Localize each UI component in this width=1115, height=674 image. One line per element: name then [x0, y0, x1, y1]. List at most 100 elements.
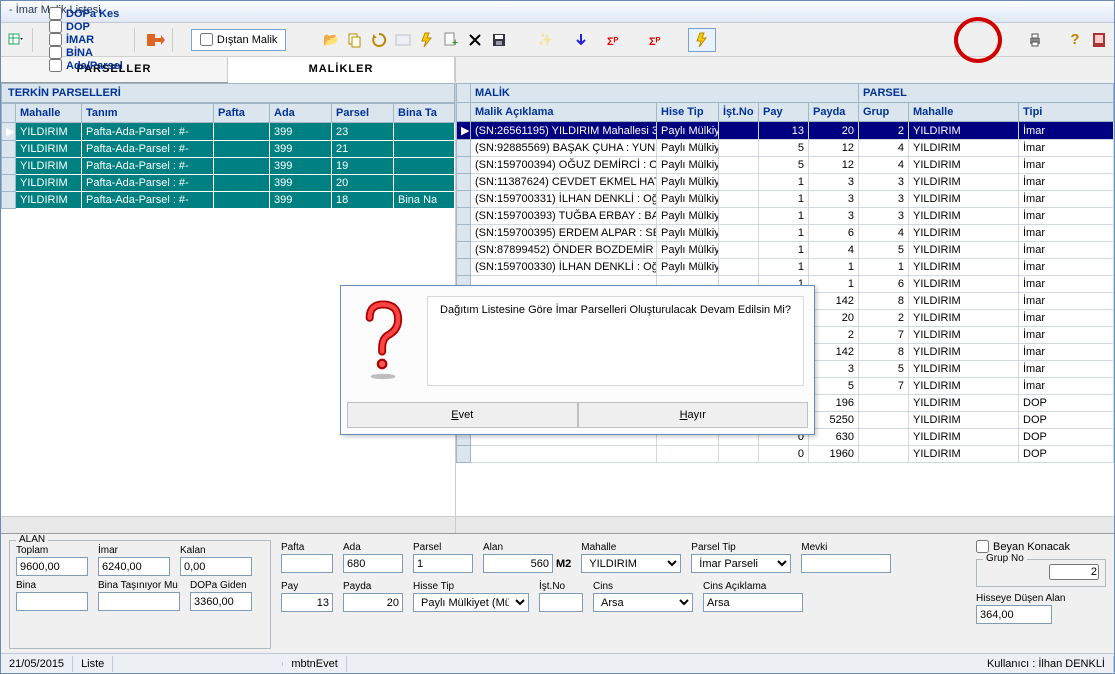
- istno-input[interactable]: [539, 593, 583, 612]
- hisse-tip-select[interactable]: Paylı Mülkiyet (Mü: [413, 593, 529, 612]
- toolbar-check[interactable]: Ada/Parsel: [43, 59, 129, 72]
- col-header[interactable]: Tanım: [82, 104, 214, 123]
- col-header[interactable]: İşt.No: [719, 103, 759, 122]
- help-icon[interactable]: ?: [1064, 29, 1086, 51]
- close-app-icon[interactable]: [1088, 29, 1110, 51]
- table-row[interactable]: (SN:159700394) OĞUZ DEMİRCİ : OPaylı Mül…: [457, 157, 1114, 174]
- svg-text:Σᴾ: Σᴾ: [607, 36, 619, 48]
- dialog-text: Dağıtım Listesine Göre İmar Parselleri O…: [427, 296, 804, 386]
- parsel-tip-select[interactable]: İmar Parseli: [691, 554, 791, 573]
- toolbar-check[interactable]: DOPa Kes: [43, 7, 129, 20]
- title-bar: - İmar Malik Listesi: [1, 1, 1114, 23]
- kalan-input[interactable]: [180, 557, 252, 576]
- cins-select[interactable]: Arsa: [593, 593, 693, 612]
- table-row[interactable]: ▶(SN:26561195) YILDIRIM Mahallesi 3Paylı…: [457, 122, 1114, 140]
- sigma-red-icon[interactable]: Σᴾ: [604, 29, 634, 51]
- dopa-giden-input[interactable]: [190, 592, 252, 611]
- col-header[interactable]: Tipi: [1019, 103, 1114, 122]
- table-row[interactable]: (SN:159700330) İLHAN DENKLİ : OğPaylı Mü…: [457, 259, 1114, 276]
- table-row[interactable]: (SN:87899452) ÖNDER BOZDEMİR :Paylı Mülk…: [457, 242, 1114, 259]
- table-row[interactable]: YILDIRIMPafta-Ada-Parsel : #-39921: [2, 141, 455, 158]
- left-grid[interactable]: MahalleTanımPaftaAdaParselBina Ta ▶YILDI…: [1, 103, 455, 209]
- ada-input[interactable]: [343, 554, 403, 573]
- bina-input[interactable]: [16, 592, 88, 611]
- sigma-red2-icon[interactable]: Σᴾ: [646, 29, 676, 51]
- table-row[interactable]: (SN:159700331) İLHAN DENKLİ : OğPaylı Mü…: [457, 191, 1114, 208]
- payda-input[interactable]: [343, 593, 403, 612]
- svg-text:+: +: [452, 37, 458, 48]
- toolbar-check[interactable]: BİNA: [43, 46, 129, 59]
- col-header[interactable]: Mahalle: [16, 104, 82, 123]
- bina-tasiniyor-input[interactable]: [98, 592, 180, 611]
- save-icon[interactable]: [488, 29, 510, 51]
- cins-aciklama-input[interactable]: [703, 593, 803, 612]
- table-row[interactable]: YILDIRIMPafta-Ada-Parsel : #-39920: [2, 175, 455, 192]
- toolbar-check[interactable]: İMAR: [43, 33, 129, 46]
- col-header[interactable]: Parsel: [332, 104, 394, 123]
- table-row[interactable]: (SN:11387624) CEVDET EKMEL HATPaylı Mülk…: [457, 174, 1114, 191]
- hisse-alan-input[interactable]: [976, 605, 1052, 624]
- tab-malikler[interactable]: MALİKLER: [228, 57, 455, 83]
- folder-open-icon[interactable]: 📂: [320, 29, 342, 51]
- group-malik: MALİK: [471, 84, 859, 103]
- col-header[interactable]: Malik Açıklama: [471, 103, 657, 122]
- table-row[interactable]: YILDIRIMPafta-Ada-Parsel : #-39918Bina N…: [2, 192, 455, 209]
- bottom-panel: ALAN Toplam İmar Kalan Bina Bina Taşınıy…: [1, 533, 1114, 653]
- col-header[interactable]: Ada: [270, 104, 332, 123]
- svg-text:Σᴾ: Σᴾ: [649, 36, 661, 48]
- table-row[interactable]: ▶YILDIRIMPafta-Ada-Parsel : #-39923: [2, 123, 455, 141]
- table-row[interactable]: 01960YILDIRIMDOP: [457, 446, 1114, 463]
- alan-fieldset: ALAN Toplam İmar Kalan Bina Bina Taşınıy…: [9, 540, 271, 649]
- col-header[interactable]: Pafta: [214, 104, 270, 123]
- print-icon[interactable]: [1024, 29, 1046, 51]
- beyan-check[interactable]: Beyan Konacak: [976, 540, 1106, 553]
- right-hscroll[interactable]: [456, 516, 1114, 533]
- lightning-icon[interactable]: [416, 29, 438, 51]
- imar-input[interactable]: [98, 557, 170, 576]
- alan-input[interactable]: [483, 554, 553, 573]
- outside-owner-check[interactable]: Dıştan Malik: [191, 29, 287, 51]
- grupno-box: Grup No: [976, 559, 1106, 587]
- main-toolbar: DOPa KesDOPİMARBİNAAda/Parsel Dıştan Mal…: [1, 23, 1114, 57]
- table-row[interactable]: (SN:92885569) BAŞAK ÇUHA : YUNUPaylı Mül…: [457, 140, 1114, 157]
- outside-owner-checkbox[interactable]: [200, 33, 213, 46]
- pay-input[interactable]: [281, 593, 333, 612]
- col-header[interactable]: Grup: [859, 103, 909, 122]
- card-icon[interactable]: [392, 29, 414, 51]
- status-bar: 21/05/2015 Liste mbtnEvet Kullanıcı : İl…: [1, 653, 1114, 673]
- dialog-yes-button[interactable]: Evet: [347, 402, 578, 428]
- status-user: Kullanıcı : İlhan DENKLİ: [979, 656, 1114, 672]
- parsel-input[interactable]: [413, 554, 473, 573]
- export-icon[interactable]: [145, 28, 167, 52]
- status-mode: Liste: [73, 656, 113, 672]
- toplam-input[interactable]: [16, 557, 88, 576]
- col-header[interactable]: Payda: [809, 103, 859, 122]
- arrow-down-icon[interactable]: [570, 29, 592, 51]
- doc-plus-icon[interactable]: +: [440, 29, 462, 51]
- table-row[interactable]: (SN:159700393) TUĞBA ERBAY : BAPaylı Mül…: [457, 208, 1114, 225]
- mevki-input[interactable]: [801, 554, 891, 573]
- group-parsel: PARSEL: [859, 84, 1114, 103]
- pafta-input[interactable]: [281, 554, 333, 573]
- wand-icon[interactable]: ✨: [534, 29, 556, 51]
- execute-bolt-button[interactable]: [688, 28, 716, 52]
- delete-icon[interactable]: [464, 29, 486, 51]
- toolbar-check[interactable]: DOP: [43, 20, 129, 33]
- dialog-no-button[interactable]: Hayır: [578, 402, 809, 428]
- col-header[interactable]: Pay: [759, 103, 809, 122]
- table-row[interactable]: (SN:159700395) ERDEM ALPAR : SEPaylı Mül…: [457, 225, 1114, 242]
- status-date: 21/05/2015: [1, 656, 73, 672]
- left-grid-title: TERKİN PARSELLERİ: [1, 83, 455, 103]
- confirm-dialog: Dağıtım Listesine Göre İmar Parselleri O…: [340, 285, 815, 435]
- refresh-icon[interactable]: [368, 29, 390, 51]
- left-hscroll[interactable]: [1, 516, 455, 533]
- table-row[interactable]: YILDIRIMPafta-Ada-Parsel : #-39919: [2, 158, 455, 175]
- copy-doc-icon[interactable]: [344, 29, 366, 51]
- col-header[interactable]: Mahalle: [909, 103, 1019, 122]
- col-header[interactable]: Hise Tip: [657, 103, 719, 122]
- status-btn: mbtnEvet: [283, 656, 346, 672]
- grupno-input[interactable]: [1049, 564, 1099, 580]
- col-header[interactable]: Bina Ta: [394, 104, 455, 123]
- mahalle-select[interactable]: YILDIRIM: [581, 554, 681, 573]
- table-dropdown-button[interactable]: [5, 29, 27, 51]
